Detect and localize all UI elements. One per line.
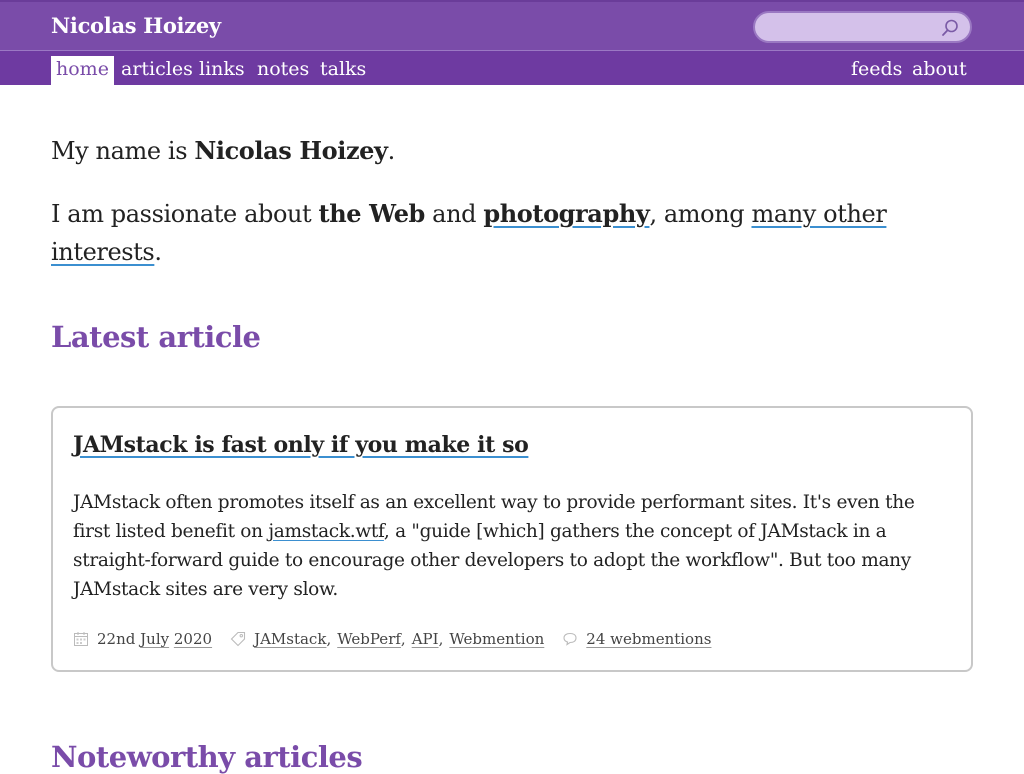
nav-home[interactable]: home [51,56,114,85]
nav-articles[interactable]: articles [116,56,198,85]
article-card: JAMstack is fast only if you make it so … [51,406,973,672]
intro-text: . [154,238,162,266]
tag-icon [230,631,246,647]
tag-link[interactable]: Webmention [449,630,544,648]
intro-text: . [387,137,396,165]
intro-name: My name is Nicolas Hoizey. [51,132,951,170]
search-box[interactable] [753,11,972,43]
date-day: 22nd [97,630,136,648]
article-meta: 22nd July 2020 JAMstack, WebPerf, API, W… [73,628,711,650]
intro-text: , among [649,200,752,228]
link-text[interactable]: interests [51,238,155,266]
webmentions-link[interactable]: 24 webmentions [586,630,711,648]
author-name: Nicolas Hoizey [194,136,388,165]
intro-text: My name is [51,137,195,165]
main-nav: home articles links notes talks feeds ab… [0,51,1024,85]
latest-article-heading: Latest article [51,320,261,354]
date-year-link[interactable]: 2020 [174,630,212,648]
topic-photography[interactable]: photography [483,199,649,228]
site-title-link[interactable]: Nicolas Hoizey [51,13,221,38]
noteworthy-articles-heading: Noteworthy articles [51,740,363,774]
tag-link[interactable]: JAMstack [254,630,326,648]
intro-text: and [424,200,484,228]
nav-feeds[interactable]: feeds [846,56,907,85]
nav-links[interactable]: links [194,56,250,85]
nav-about[interactable]: about [907,56,972,85]
jamstack-wtf-link[interactable]: jamstack.wtf [268,521,384,542]
calendar-icon [74,632,88,646]
comment-icon [563,632,577,646]
search-input[interactable] [765,17,939,39]
link-text[interactable]: many other [751,200,886,228]
topic-web: the Web [318,199,426,228]
nav-notes[interactable]: notes [252,56,314,85]
date-month-link[interactable]: July [140,630,169,648]
search-icon[interactable] [940,18,960,38]
tag-link[interactable]: API [412,630,439,648]
tag-link[interactable]: WebPerf [337,630,401,648]
article-excerpt: JAMstack often promotes itself as an exc… [73,488,953,604]
site-header: Nicolas Hoizey [0,0,1024,51]
intro-text: I am passionate about [51,200,319,228]
nav-talks[interactable]: talks [315,56,371,85]
photography-link[interactable]: photography [483,199,649,228]
intro-passions: I am passionate about the Web and photog… [51,195,951,271]
article-title-link[interactable]: JAMstack is fast only if you make it so [73,432,529,458]
